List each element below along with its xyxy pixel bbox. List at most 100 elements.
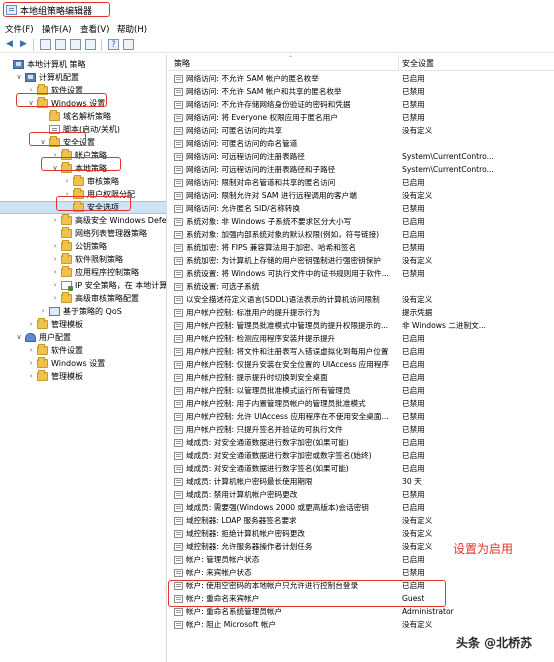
chevron-right-icon[interactable]: › xyxy=(39,306,47,317)
table-row[interactable]: 系统对象: 非 Windows 子系统不要求区分大小写 已启用 xyxy=(168,216,554,228)
table-row[interactable]: 用户帐户控制: 仅提升安装在安全位置的 UIAccess 应用程序 已启用 xyxy=(168,359,554,371)
tree-node[interactable]: › 管理模板 xyxy=(0,318,166,330)
folder-icon xyxy=(61,253,72,264)
table-row[interactable]: 用户帐户控制: 用于内置管理员帐户的管理员批准模式 已禁用 xyxy=(168,398,554,410)
table-row[interactable]: 系统加密: 将 FIPS 兼容算法用于加密、哈希和签名 已禁用 xyxy=(168,242,554,254)
console-tree[interactable]: 本地计算机 策略 ∨ 计算机配置 › 软件设置 ∨ Windows 设置 域名解析策略 脚本(启… xyxy=(0,55,167,662)
table-row[interactable]: 域控制器: LDAP 服务器签名要求 没有定义 xyxy=(168,515,554,527)
table-row[interactable]: 网络访问: 将 Everyone 权限应用于匿名用户 已禁用 xyxy=(168,112,554,124)
tree-node[interactable]: › IP 安全策略，在 本地计算机 xyxy=(0,280,166,291)
table-row[interactable]: 帐户: 来宾帐户状态 已禁用 xyxy=(168,567,554,579)
chevron-down-icon[interactable]: ∨ xyxy=(15,332,23,343)
table-row[interactable]: 用户帐户控制: 将文件和注册表写入错误虚拟化到每用户位置 已启用 xyxy=(168,346,554,358)
tree-node[interactable]: 本地计算机 策略 xyxy=(0,59,166,70)
menu-help[interactable]: 帮助(H) xyxy=(117,23,147,35)
table-row[interactable]: 网络访问: 不允许存储网络身份验证的密码和凭据 已禁用 xyxy=(168,99,554,111)
tree-node[interactable]: › Windows 设置 xyxy=(0,357,166,369)
chevron-right-icon[interactable]: › xyxy=(51,293,59,304)
table-row[interactable]: 系统设置: 可选子系统 xyxy=(168,281,554,293)
menu-file[interactable]: 文件(F) xyxy=(5,23,34,35)
table-row[interactable]: 系统加密: 为计算机上存储的用户密钥强制进行强密钥保护 没有定义 xyxy=(168,255,554,267)
table-row[interactable]: 用户帐户控制: 提示提升时切换到安全桌面 已启用 xyxy=(168,372,554,384)
tree-node[interactable]: 网络列表管理器策略 xyxy=(0,227,166,239)
toolbar-separator xyxy=(33,39,34,51)
filter-icon[interactable] xyxy=(123,39,134,50)
policy-setting-icon xyxy=(174,556,183,564)
table-row[interactable]: 用户帐户控制: 只提升签名并验证的可执行文件 已禁用 xyxy=(168,424,554,436)
table-row[interactable]: 系统对象: 加强内部系统对象的默认权限(例如，符号链接) 已启用 xyxy=(168,229,554,241)
table-row[interactable]: 域成员: 对安全通道数据进行数字加密或数字签名(始终) 已启用 xyxy=(168,450,554,462)
policy-name: 网络访问: 不允许存储网络身份验证的密码和凭据 xyxy=(186,100,351,109)
tree-node-label: 网络列表管理器策略 xyxy=(75,229,147,238)
table-row[interactable]: 以安全描述符定义语言(SDDL)语法表示的计算机访问限制 没有定义 xyxy=(168,294,554,306)
table-row[interactable]: 网络访问: 不允许 SAM 帐户和共享的匿名枚举 已禁用 xyxy=(168,86,554,98)
policy-name: 域控制器: LDAP 服务器签名要求 xyxy=(186,516,297,525)
table-row[interactable]: 网络访问: 不允许 SAM 帐户的匿名枚举 已启用 xyxy=(168,73,554,85)
chevron-right-icon[interactable]: › xyxy=(63,176,71,187)
policy-icon xyxy=(61,281,73,291)
tree-node[interactable]: › 软件限制策略 xyxy=(0,253,166,265)
chevron-right-icon[interactable]: › xyxy=(27,358,35,369)
policy-list[interactable]: ⌃ 策略 安全设置 网络访问: 不允许 SAM 帐户的匿名枚举 已启用 网络访问: … xyxy=(168,55,554,662)
chevron-right-icon[interactable]: › xyxy=(51,267,59,278)
tree-node[interactable]: › 软件设置 xyxy=(0,344,166,356)
back-icon[interactable]: ◀ xyxy=(4,39,15,50)
security-setting-value: 已启用 xyxy=(402,230,425,239)
chevron-down-icon[interactable]: ∨ xyxy=(15,72,23,83)
column-divider[interactable] xyxy=(398,55,399,71)
table-row[interactable]: 网络访问: 限制允许对 SAM 进行远程调用的客户端 没有定义 xyxy=(168,190,554,202)
security-setting-value: 已启用 xyxy=(402,347,425,356)
policy-setting-icon xyxy=(174,361,183,369)
tree-node[interactable]: › 审核策略 xyxy=(0,175,166,187)
table-row[interactable]: 网络访问: 可匿名访问的共享 没有定义 xyxy=(168,125,554,137)
tree-node[interactable]: › 高级安全 Windows Defend xyxy=(0,214,166,226)
table-row[interactable]: 域成员: 对安全通道数据进行数字签名(如果可能) 已启用 xyxy=(168,463,554,475)
folder-icon xyxy=(61,227,72,238)
chevron-right-icon[interactable]: › xyxy=(27,345,35,356)
table-row[interactable]: 用户帐户控制: 检测应用程序安装并提示提升 已启用 xyxy=(168,333,554,345)
table-row[interactable]: 网络访问: 可匿名访问的命名管道 xyxy=(168,138,554,150)
table-row[interactable]: 帐户: 阻止 Microsoft 帐户 没有定义 xyxy=(168,619,554,631)
table-row[interactable]: 用户帐户控制: 以管理员批准模式运行所有管理员 已启用 xyxy=(168,385,554,397)
table-row[interactable]: 域成员: 对安全通道数据进行数字加密(如果可能) 已启用 xyxy=(168,437,554,449)
export-list-icon[interactable] xyxy=(70,39,81,50)
console-tree-icon[interactable] xyxy=(55,39,66,50)
table-row[interactable]: 域成员: 计算机帐户密码最长使用期限 30 天 xyxy=(168,476,554,488)
table-row[interactable]: 域控制器: 拒绝计算机帐户密码更改 没有定义 xyxy=(168,528,554,540)
tree-node[interactable]: 域名解析策略 xyxy=(0,110,166,122)
table-row[interactable]: 域成员: 禁用计算机帐户密码更改 已禁用 xyxy=(168,489,554,501)
tree-node[interactable]: › 管理模板 xyxy=(0,370,166,382)
table-row[interactable]: 网络访问: 限制对命名管道和共享的匿名访问 已启用 xyxy=(168,177,554,189)
folder-icon[interactable] xyxy=(40,39,51,50)
forward-icon[interactable]: ▶ xyxy=(18,39,29,50)
table-row[interactable]: 系统设置: 将 Windows 可执行文件中的证书规则用于软件... 已禁用 xyxy=(168,268,554,280)
policy-setting-icon xyxy=(174,504,183,512)
chevron-right-icon[interactable]: › xyxy=(27,319,35,330)
help-icon[interactable]: ? xyxy=(108,39,119,50)
chevron-right-icon[interactable]: › xyxy=(27,371,35,382)
column-header-setting[interactable]: 安全设置 xyxy=(402,58,434,69)
security-setting-value: 已禁用 xyxy=(402,568,425,577)
table-row[interactable]: 用户帐户控制: 标准用户的提升提示行为 提示凭据 xyxy=(168,307,554,319)
menu-view[interactable]: 查看(V) xyxy=(80,23,109,35)
table-row[interactable]: 用户帐户控制: 允许 UIAccess 应用程序在不使用安全桌面... 已禁用 xyxy=(168,411,554,423)
tree-node[interactable]: › 应用程序控制策略 xyxy=(0,266,166,278)
tree-node[interactable]: › 公钥策略 xyxy=(0,240,166,252)
chevron-right-icon[interactable]: › xyxy=(51,254,59,265)
table-row[interactable]: 网络访问: 可远程访问的注册表路径和子路径 System\CurrentContr… xyxy=(168,164,554,176)
chevron-right-icon[interactable]: › xyxy=(51,280,59,291)
tree-node[interactable]: ∨ 用户配置 xyxy=(0,332,166,343)
table-row[interactable]: 用户帐户控制: 管理员批准模式中管理员的提升权限提示的... 非 Windows … xyxy=(168,320,554,332)
table-row[interactable]: 帐户: 重命名系统管理员帐户 Administrator xyxy=(168,606,554,618)
table-row[interactable]: 网络访问: 可远程访问的注册表路径 System\CurrentContro... xyxy=(168,151,554,163)
menu-action[interactable]: 操作(A) xyxy=(42,23,71,35)
properties-icon[interactable] xyxy=(85,39,96,50)
chevron-right-icon[interactable]: › xyxy=(51,241,59,252)
tree-node[interactable]: › 高级审核策略配置 xyxy=(0,292,166,304)
table-row[interactable]: 网络访问: 允许匿名 SID/名称转换 已禁用 xyxy=(168,203,554,215)
tree-node[interactable]: ∨ 计算机配置 xyxy=(0,72,166,83)
column-header-policy[interactable]: 策略 xyxy=(174,58,190,69)
chevron-right-icon[interactable]: › xyxy=(51,215,59,226)
table-row[interactable]: 域成员: 需要强(Windows 2000 或更高版本)会话密钥 已启用 xyxy=(168,502,554,514)
tree-node[interactable]: › 基于策略的 QoS xyxy=(0,306,166,317)
